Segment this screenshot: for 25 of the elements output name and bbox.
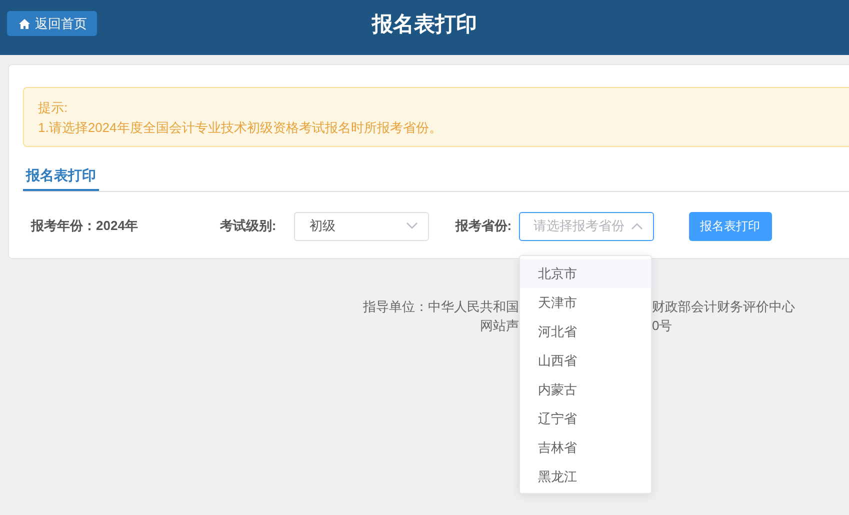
notice-title: 提示:	[38, 99, 69, 117]
year-value: 2024年	[96, 217, 138, 235]
dropdown-option[interactable]: 北京市	[520, 259, 651, 288]
province-label: 报考省份:	[455, 217, 512, 235]
footer-text: 指导单位：中华人民共和国	[362, 298, 519, 316]
year-label: 报考年份：	[31, 217, 96, 235]
home-icon	[19, 18, 30, 28]
level-label: 考试级别:	[220, 217, 276, 235]
level-select[interactable]: 初级	[294, 212, 430, 240]
footer-text: 网站声	[479, 317, 519, 335]
chevron-icon	[406, 222, 418, 230]
dropdown-option[interactable]: 黑龙江	[520, 462, 651, 491]
dropdown-option[interactable]: 河北省	[520, 317, 651, 346]
dropdown-option[interactable]: 辽宁省	[520, 404, 651, 433]
dropdown-option[interactable]: 内蒙古	[520, 375, 651, 404]
dropdown-option[interactable]: 天津市	[520, 288, 651, 317]
home-button[interactable]: 返回首页	[7, 11, 97, 36]
tab[interactable]: 报名表打印	[23, 163, 99, 191]
footer-text: 0号	[652, 317, 674, 335]
chevron-icon	[630, 222, 643, 230]
page-title: 报名表打印	[372, 12, 477, 38]
notice-text: 1.请选择2024年度全国会计专业技术初级资格考试报名时所报考省份。	[38, 119, 443, 137]
footer-text: 财政部会计财务评价中心	[652, 298, 796, 316]
dropdown-option[interactable]: 山西省	[520, 346, 651, 375]
dropdown-option[interactable]: 吉林省	[520, 433, 651, 462]
